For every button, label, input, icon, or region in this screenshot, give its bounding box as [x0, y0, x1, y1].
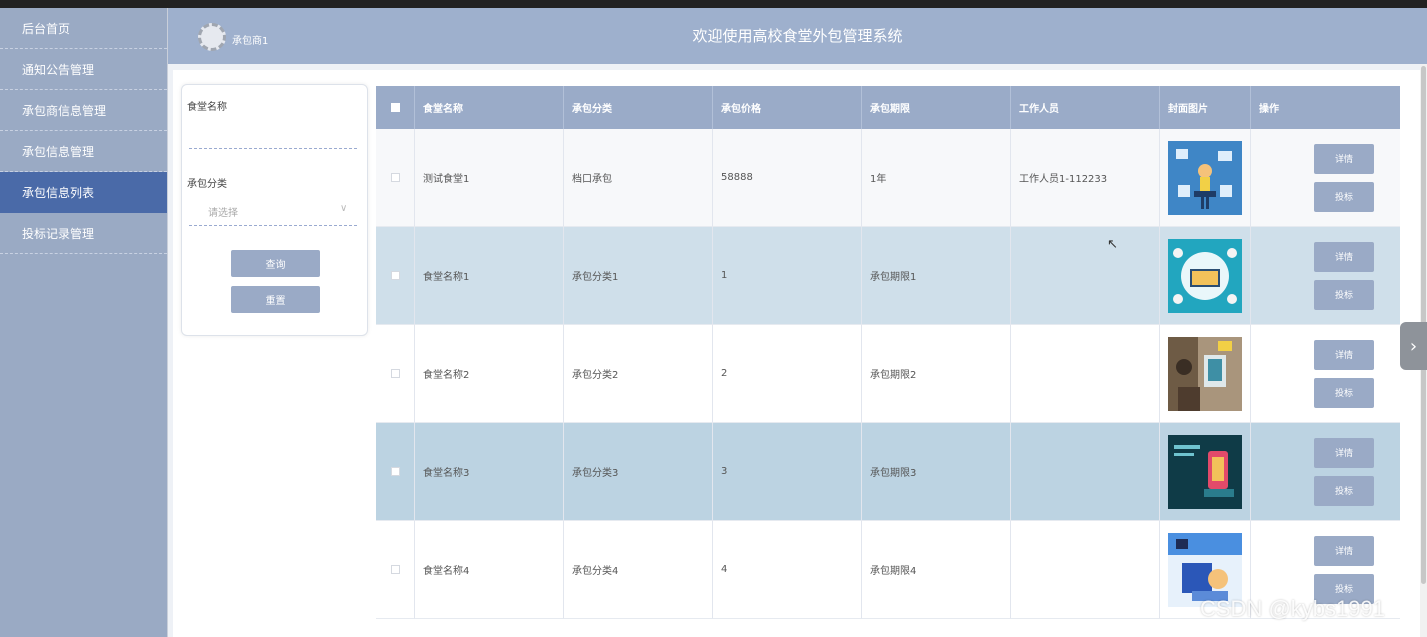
- cover-image-cell: [1160, 227, 1251, 325]
- term-cell: 承包期限3: [862, 423, 1011, 521]
- sidebar: 后台首页 通知公告管理 承包商信息管理 承包信息管理 承包信息列表 投标记录管理: [0, 8, 167, 637]
- table-row: 食堂名称1 承包分类1 1 承包期限1 详情 投标: [376, 227, 1400, 325]
- cover-image[interactable]: [1168, 140, 1242, 215]
- actions-cell: 详情 投标: [1251, 227, 1400, 325]
- query-button[interactable]: 查询: [231, 250, 320, 277]
- bid-button[interactable]: 投标: [1314, 279, 1374, 310]
- detail-button[interactable]: 详情: [1314, 339, 1374, 370]
- bid-button[interactable]: 投标: [1314, 475, 1374, 506]
- cover-image-cell: [1160, 325, 1251, 423]
- staff-cell: [1011, 521, 1160, 619]
- category-cell: 承包分类1: [564, 227, 713, 325]
- term-cell: 1年: [862, 129, 1011, 227]
- column-header: 操作: [1259, 104, 1279, 115]
- row-checkbox[interactable]: [376, 423, 415, 521]
- window-top-bar: [0, 0, 1427, 8]
- price-cell: 1: [713, 227, 862, 325]
- price-cell: 58888: [713, 129, 862, 227]
- category-cell: 档口承包: [564, 129, 713, 227]
- column-header: 承包分类: [564, 86, 713, 129]
- watermark: CSDN @kybs1991: [1200, 596, 1385, 621]
- staff-cell: 工作人员1-112233: [1011, 129, 1160, 227]
- category-select-underline: [189, 225, 357, 226]
- cover-image[interactable]: [1168, 434, 1242, 509]
- canteen-name-cell: 食堂名称1: [415, 227, 564, 325]
- detail-button[interactable]: 详情: [1314, 241, 1374, 272]
- detail-button[interactable]: 详情: [1314, 535, 1374, 566]
- mouse-cursor-icon: ↖: [1107, 237, 1118, 252]
- term-cell: 承包期限1: [862, 227, 1011, 325]
- table-row: 食堂名称2 承包分类2 2 承包期限2 详情 投标: [376, 325, 1400, 423]
- category-select[interactable]: 请选择: [208, 204, 238, 219]
- cover-image-cell: [1160, 129, 1251, 227]
- chevron-down-icon[interactable]: ∨: [340, 203, 347, 214]
- header: 承包商1 欢迎使用高校食堂外包管理系统: [168, 8, 1427, 64]
- chevron-right-icon[interactable]: ›: [1400, 322, 1427, 370]
- table-row: 测试食堂1 档口承包 58888 1年 工作人员1-112233 详情 投标: [376, 129, 1400, 227]
- category-cell: 承包分类2: [564, 325, 713, 423]
- category-cell: 承包分类3: [564, 423, 713, 521]
- cover-image[interactable]: [1168, 336, 1242, 411]
- sidebar-item-contract-list[interactable]: 承包信息列表: [0, 172, 167, 213]
- row-checkbox[interactable]: [376, 227, 415, 325]
- staff-cell: [1011, 227, 1160, 325]
- price-cell: 4: [713, 521, 862, 619]
- actions-cell: 详情 投标: [1251, 325, 1400, 423]
- sidebar-item-home[interactable]: 后台首页: [0, 8, 167, 49]
- table-row: 食堂名称3 承包分类3 3 承包期限3 详情 投标: [376, 423, 1400, 521]
- column-header: 承包期限: [862, 86, 1011, 129]
- bid-button[interactable]: 投标: [1314, 377, 1374, 408]
- term-cell: 承包期限4: [862, 521, 1011, 619]
- sidebar-item-contract-info[interactable]: 承包信息管理: [0, 131, 167, 172]
- actions-cell: 详情 投标: [1251, 423, 1400, 521]
- select-all-checkbox[interactable]: [376, 86, 415, 129]
- search-panel: 食堂名称 承包分类 请选择 ∨ 查询 重置: [181, 84, 368, 336]
- category-cell: 承包分类4: [564, 521, 713, 619]
- term-cell: 承包期限2: [862, 325, 1011, 423]
- detail-button[interactable]: 详情: [1314, 437, 1374, 468]
- canteen-name-cell: 食堂名称4: [415, 521, 564, 619]
- cover-image-cell: [1160, 423, 1251, 521]
- sidebar-item-notices[interactable]: 通知公告管理: [0, 49, 167, 90]
- column-header: 承包价格: [713, 86, 862, 129]
- canteen-name-cell: 测试食堂1: [415, 129, 564, 227]
- price-cell: 3: [713, 423, 862, 521]
- sidebar-item-bid-records[interactable]: 投标记录管理: [0, 213, 167, 254]
- column-header: 食堂名称: [415, 86, 564, 129]
- row-checkbox[interactable]: [376, 521, 415, 619]
- canteen-name-cell: 食堂名称2: [415, 325, 564, 423]
- row-checkbox[interactable]: [376, 129, 415, 227]
- detail-button[interactable]: 详情: [1314, 143, 1374, 174]
- data-table: 食堂名称 承包分类 承包价格 承包期限 工作人员 封面图片 操作 测试食堂1 档…: [376, 86, 1400, 619]
- column-header: 封面图片: [1160, 86, 1251, 129]
- canteen-name-cell: 食堂名称3: [415, 423, 564, 521]
- bid-button[interactable]: 投标: [1314, 181, 1374, 212]
- row-checkbox[interactable]: [376, 325, 415, 423]
- actions-cell: 详情 投标: [1251, 129, 1400, 227]
- category-label: 承包分类: [187, 179, 227, 190]
- column-header: 工作人员: [1011, 86, 1160, 129]
- price-cell: 2: [713, 325, 862, 423]
- staff-cell: [1011, 325, 1160, 423]
- canteen-name-label: 食堂名称: [187, 102, 227, 113]
- table-header: 食堂名称 承包分类 承包价格 承包期限 工作人员 封面图片 操作: [376, 86, 1400, 129]
- reset-button[interactable]: 重置: [231, 286, 320, 313]
- staff-cell: [1011, 423, 1160, 521]
- canteen-name-input[interactable]: [189, 148, 357, 149]
- sidebar-item-contractor-info[interactable]: 承包商信息管理: [0, 90, 167, 131]
- page-title: 欢迎使用高校食堂外包管理系统: [692, 27, 903, 45]
- cover-image[interactable]: [1168, 238, 1242, 313]
